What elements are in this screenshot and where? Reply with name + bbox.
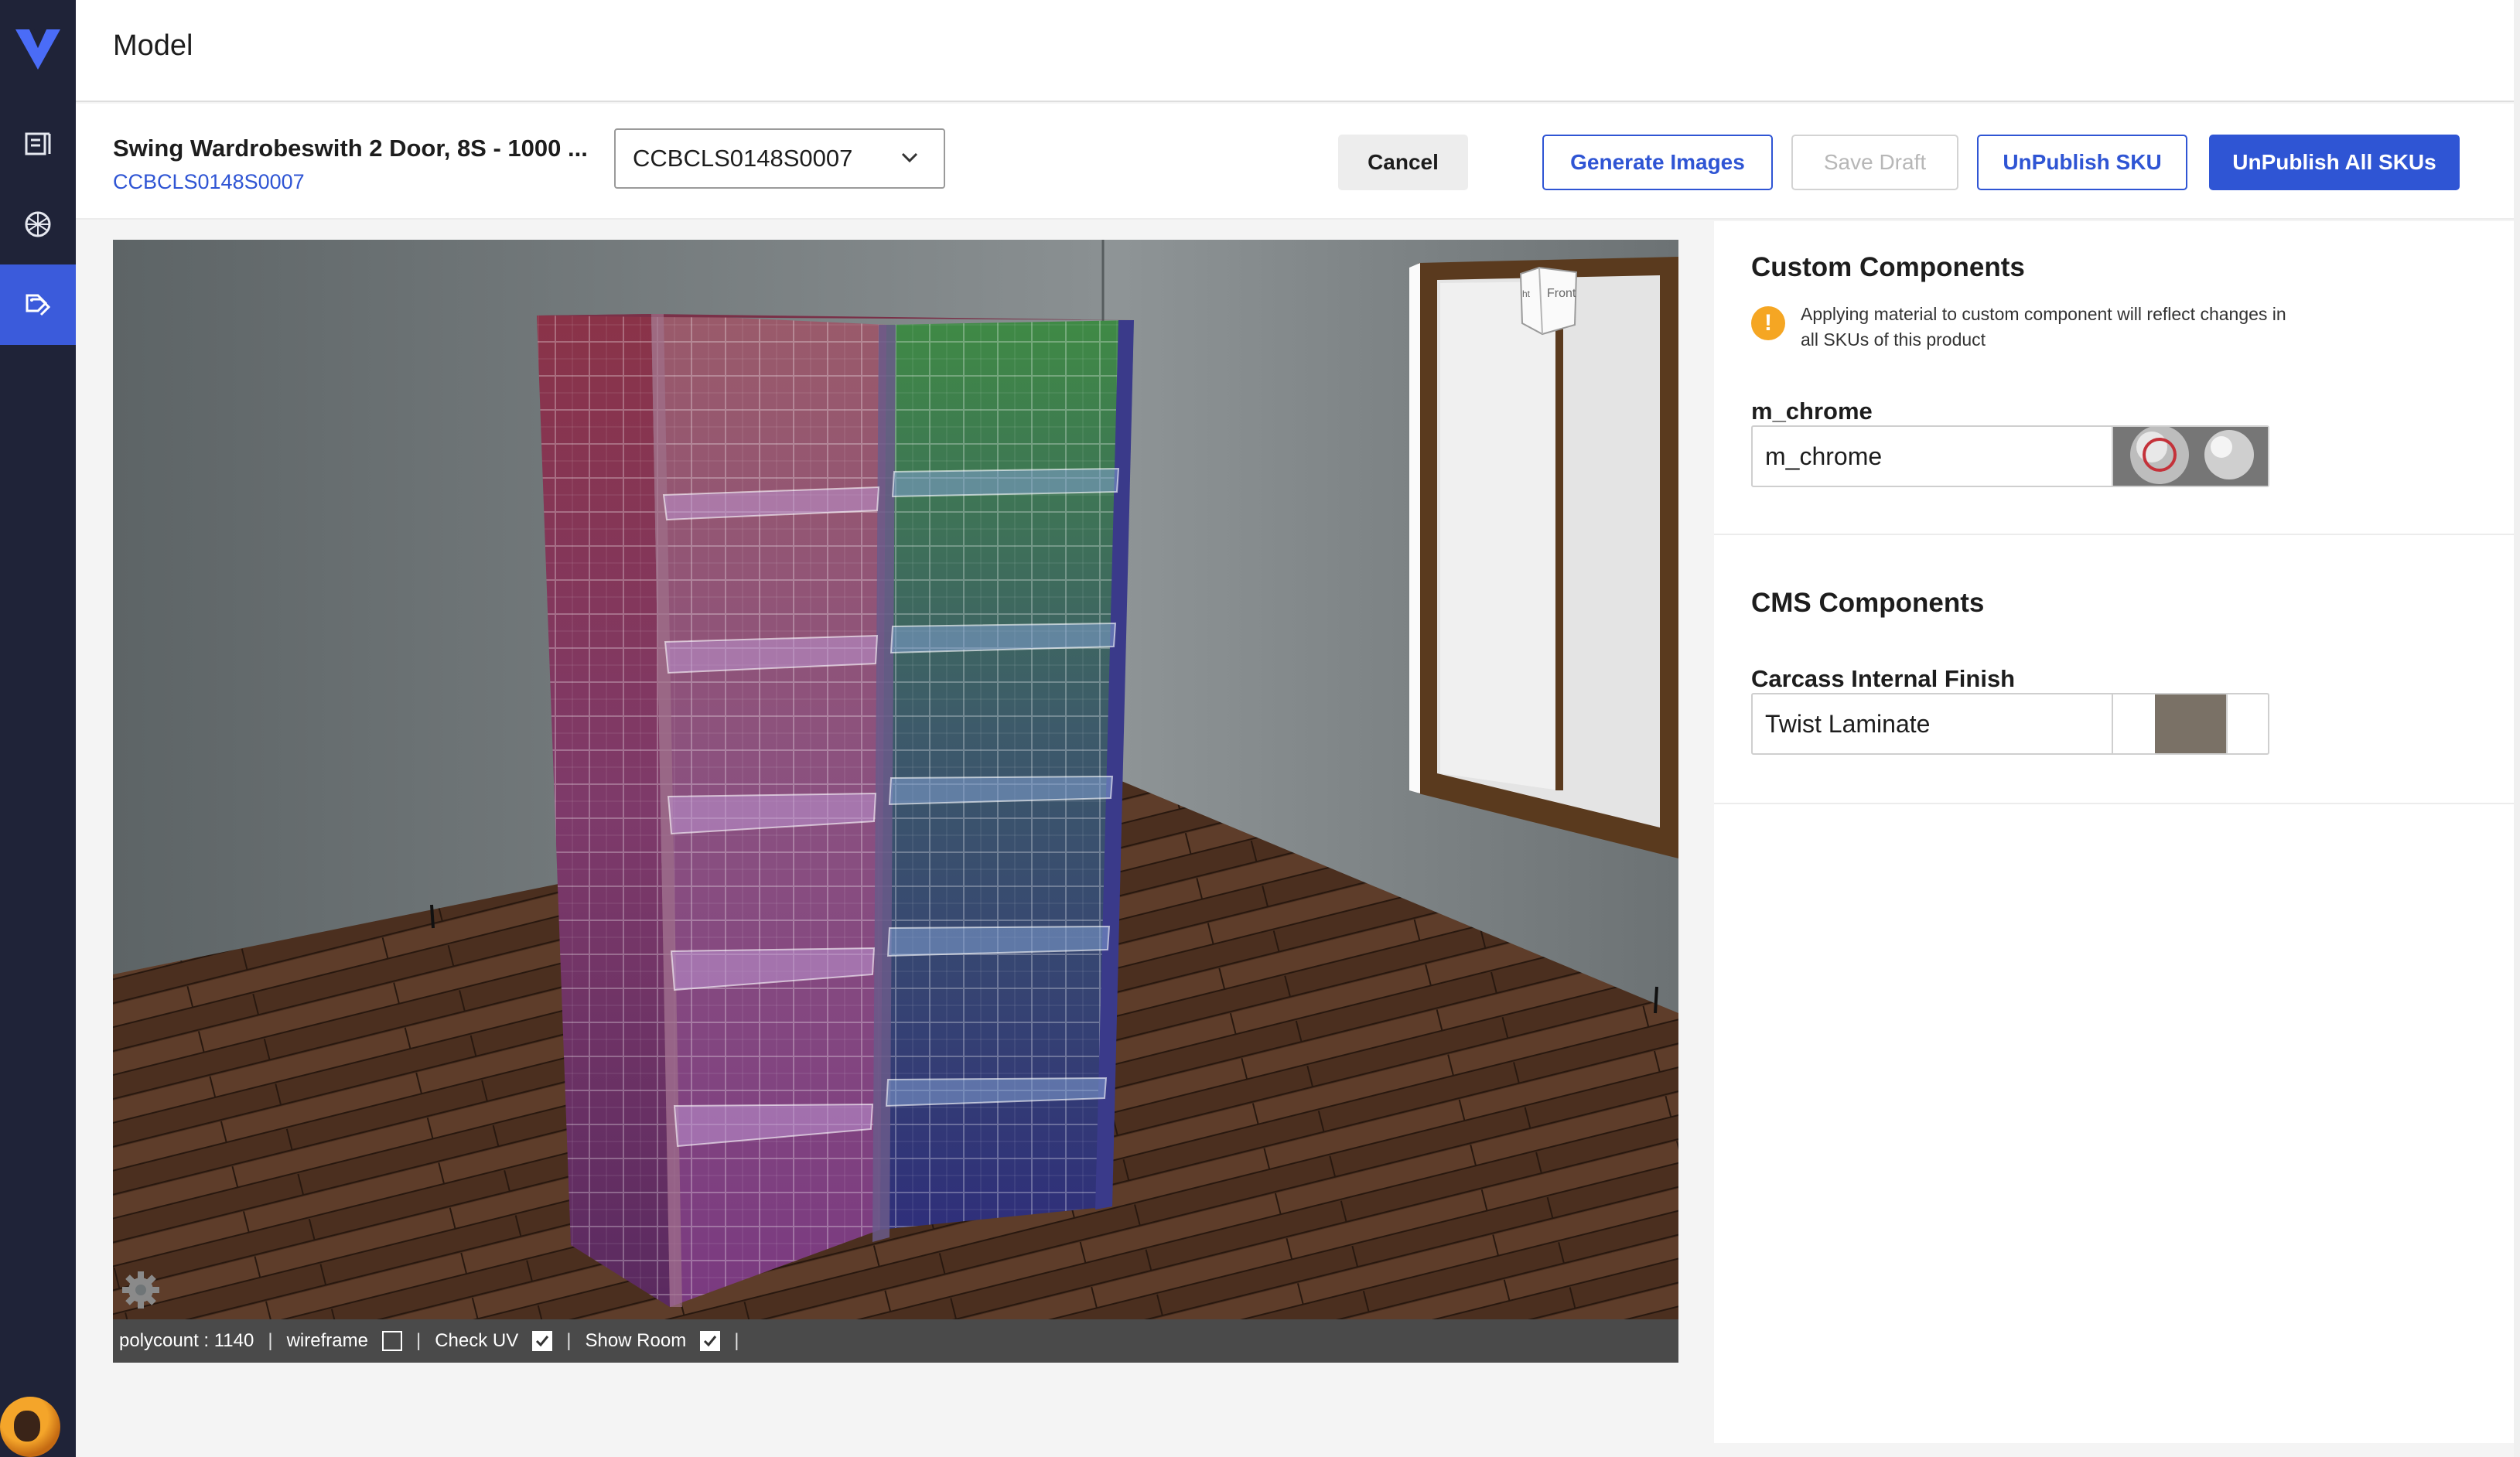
- show-room-checkbox[interactable]: [700, 1331, 721, 1351]
- book-icon: [25, 132, 51, 155]
- top-bar: Model: [76, 0, 2520, 102]
- 3d-scene[interactable]: [113, 240, 1678, 1319]
- unpublish-sku-button[interactable]: UnPublish SKU: [1977, 135, 2187, 190]
- viewport-status-bar: polycount : 1140 | wireframe | Check UV …: [113, 1319, 1678, 1363]
- chrome-sphere-preview-icon: [2113, 427, 2268, 486]
- sidebar-item-materials[interactable]: [0, 184, 76, 264]
- product-sku-link[interactable]: CCBCLS0148S0007: [113, 170, 305, 194]
- save-draft-button[interactable]: Save Draft: [1791, 135, 1958, 190]
- tags-icon: [26, 294, 51, 316]
- show-room-label: Show Room: [585, 1330, 687, 1351]
- polycount-readout: polycount : 1140: [119, 1330, 254, 1351]
- wireframe-label: wireframe: [286, 1330, 368, 1351]
- unpublish-all-skus-button[interactable]: UnPublish All SKUs: [2209, 135, 2460, 190]
- product-header: Swing Wardrobeswith 2 Door, 8S - 1000 ..…: [76, 104, 2520, 220]
- carcass-internal-finish-value: Twist Laminate: [1765, 709, 1931, 738]
- page-title: Model: [113, 29, 193, 62]
- checkmark-icon: [704, 1336, 717, 1347]
- m-chrome-field[interactable]: m_chrome: [1751, 425, 2269, 487]
- custom-components-heading: Custom Components: [1751, 252, 2025, 282]
- components-panel: Custom Components ! Applying material to…: [1714, 221, 2520, 1443]
- carcass-internal-finish-label: Carcass Internal Finish: [1751, 665, 2016, 692]
- m-chrome-value: m_chrome: [1765, 442, 1883, 470]
- sidebar: [0, 0, 76, 1457]
- checkmark-icon: [536, 1336, 549, 1347]
- custom-component-notice: ! Applying material to custom component …: [1751, 302, 2293, 353]
- user-avatar[interactable]: [0, 1397, 60, 1457]
- section-divider: [1714, 534, 2520, 535]
- sidebar-item-catalog[interactable]: [0, 104, 76, 184]
- twist-laminate-swatch: [2155, 694, 2226, 753]
- separator: |: [268, 1330, 273, 1351]
- warning-icon: !: [1751, 306, 1785, 340]
- notice-text: Applying material to custom component wi…: [1801, 304, 2286, 350]
- carcass-internal-finish-field[interactable]: Twist Laminate: [1751, 693, 2269, 755]
- page-scrollbar[interactable]: [2514, 0, 2520, 1457]
- m-chrome-label: m_chrome: [1751, 398, 1873, 425]
- check-uv-label: Check UV: [435, 1330, 519, 1351]
- cancel-button[interactable]: Cancel: [1338, 135, 1468, 190]
- separator: |: [415, 1330, 422, 1351]
- settings-gear-icon[interactable]: [119, 1268, 162, 1312]
- chevron-down-icon: [901, 152, 918, 163]
- view-cube-icon[interactable]: Front ht: [1508, 263, 1586, 340]
- sku-select[interactable]: CCBCLS0148S0007: [614, 128, 945, 189]
- wireframe-checkbox[interactable]: [381, 1331, 402, 1351]
- product-name: Swing Wardrobeswith 2 Door, 8S - 1000 ..…: [113, 135, 588, 162]
- separator: |: [734, 1330, 739, 1351]
- sku-select-value: CCBCLS0148S0007: [633, 145, 853, 172]
- separator: |: [566, 1330, 572, 1351]
- material-preview-swatch[interactable]: [2112, 694, 2268, 753]
- model-viewport[interactable]: Front ht: [113, 240, 1678, 1319]
- sidebar-item-models[interactable]: [0, 264, 76, 345]
- check-uv-checkbox[interactable]: [532, 1331, 553, 1351]
- view-cube-front-label: Front: [1547, 287, 1576, 300]
- material-ball-icon: [25, 211, 51, 237]
- brand-logo-icon[interactable]: [14, 25, 62, 73]
- section-divider: [1714, 803, 2520, 804]
- view-cube-side-label: ht: [1522, 288, 1531, 299]
- cms-components-heading: CMS Components: [1751, 588, 1985, 618]
- generate-images-button[interactable]: Generate Images: [1542, 135, 1773, 190]
- material-preview-swatch[interactable]: [2112, 427, 2268, 486]
